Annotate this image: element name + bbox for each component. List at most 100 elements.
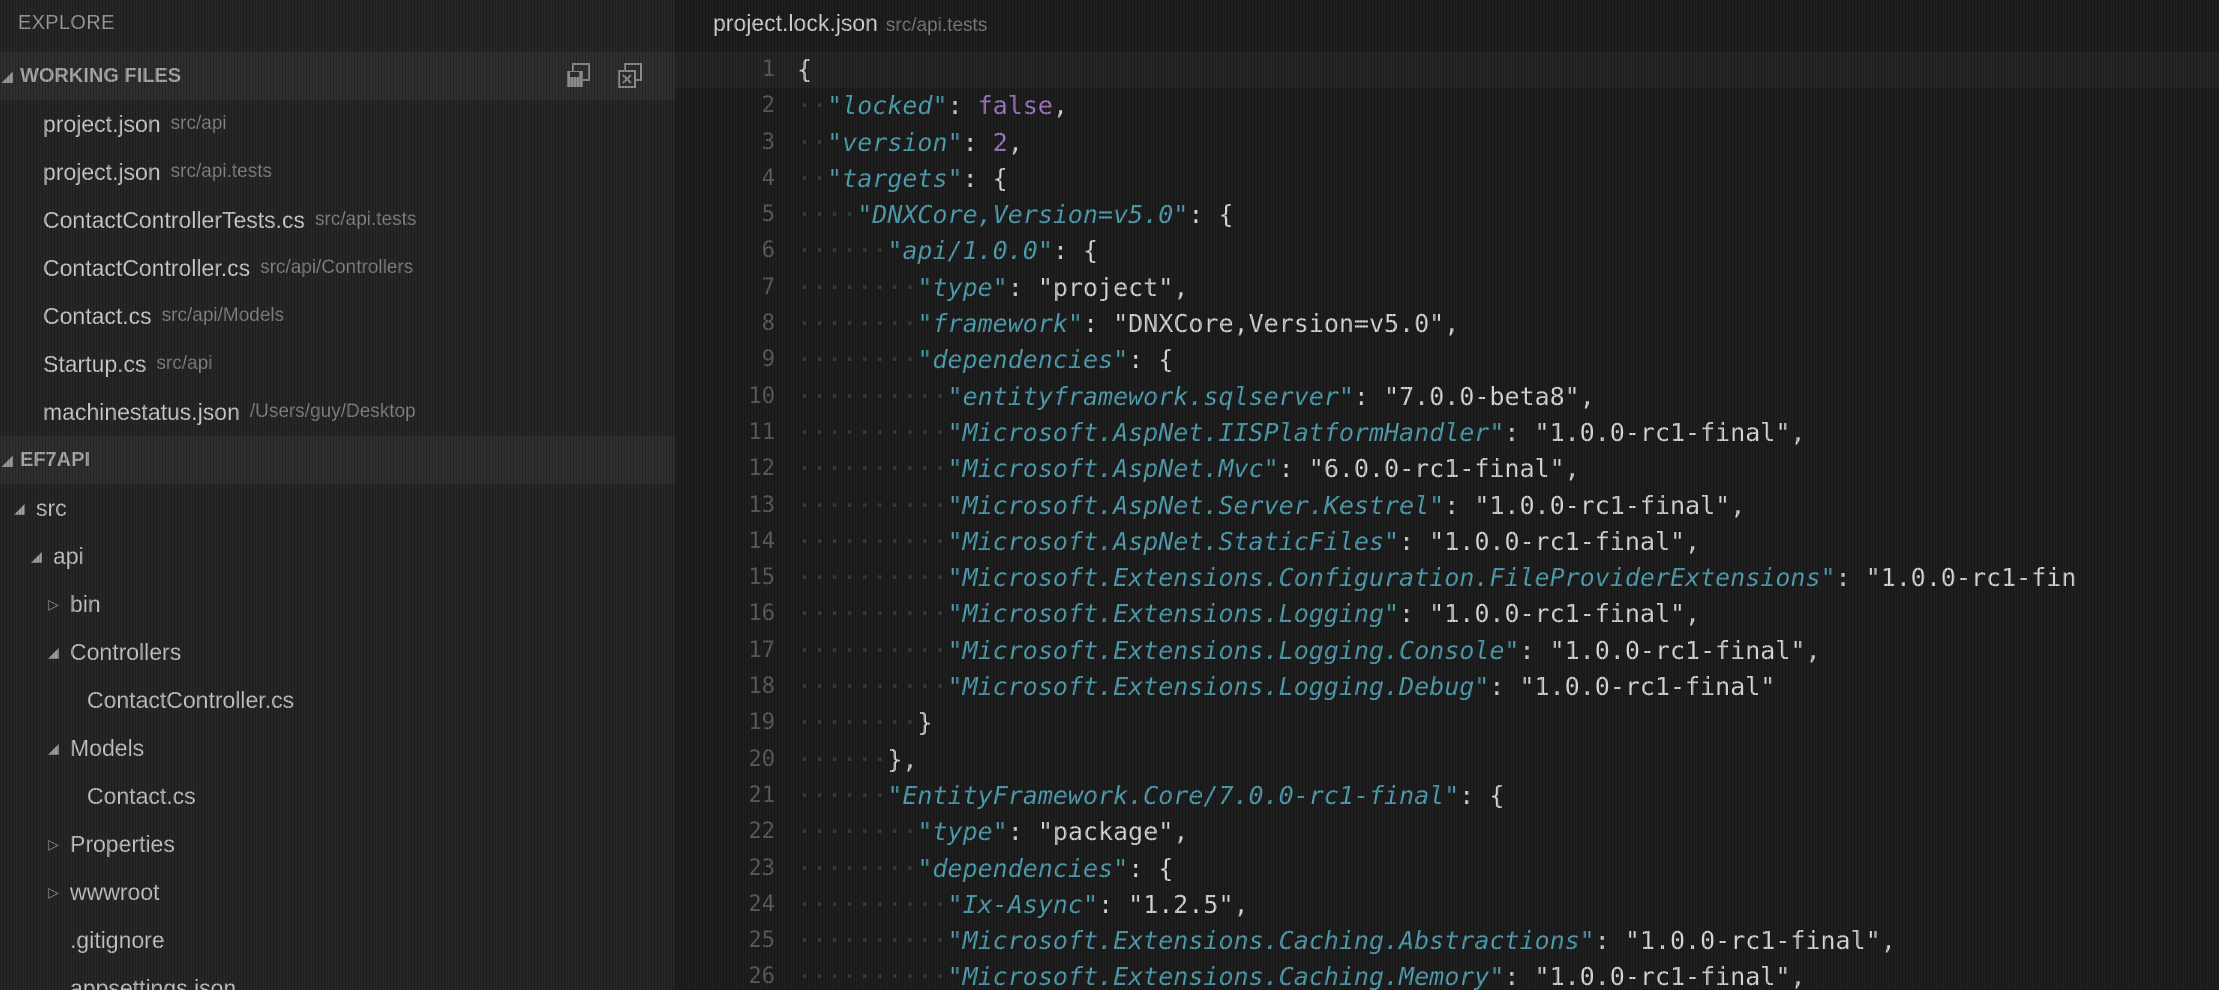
code-line[interactable]: 9 ········"dependencies": { (675, 342, 2219, 378)
tree-item-label: Contact.cs (87, 782, 196, 809)
code-text: ··········"Ix-Async": "1.2.5", (797, 887, 1249, 923)
tree-item[interactable]: ▷ Properties (0, 820, 675, 868)
code-line[interactable]: 14 ··········"Microsoft.AspNet.StaticFile… (675, 524, 2219, 560)
code-text: ······}, (797, 742, 917, 778)
code-line[interactable]: 4 ··"targets": { (675, 161, 2219, 197)
tree-item[interactable]: ◢ src (0, 484, 675, 532)
code-editor[interactable]: project.lock.json src/api.tests 1{2 ··"loc… (675, 0, 2219, 990)
code-line[interactable]: 13 ··········"Microsoft.AspNet.Server.Kes… (675, 488, 2219, 524)
json-punctuation: : { (962, 163, 1008, 193)
working-file-item[interactable]: Startup.cs src/api (0, 340, 675, 388)
code-area[interactable]: 1{2 ··"locked": false, 3 ··"version": 2, 4 ··… (675, 52, 2219, 990)
tree-item[interactable]: appsettings.json (0, 964, 675, 990)
editor-file-path: src/api.tests (885, 15, 988, 36)
working-file-item[interactable]: Contact.cs src/api/Models (0, 292, 675, 340)
line-number: 23 (748, 855, 776, 881)
save-all-button[interactable] (563, 62, 593, 90)
code-text: ··········"Microsoft.Extensions.Logging"… (797, 596, 1700, 632)
code-text: ········"type": "project", (797, 270, 1188, 306)
editor-file-name: project.lock.json (713, 10, 878, 36)
code-line[interactable]: 23 ········"dependencies": { (675, 851, 2219, 887)
tree-item[interactable]: ▷ bin (0, 580, 675, 628)
code-line[interactable]: 11 ··········"Microsoft.AspNet.IISPlatfor… (675, 415, 2219, 451)
tree-item-label: src (36, 494, 67, 521)
json-key: "Microsoft.Extensions.Logging" (947, 599, 1400, 629)
indent-guide: ·········· (797, 962, 948, 990)
tree-item[interactable]: ◢ api (0, 532, 675, 580)
json-string: "1.0.0-rc1-final" (1549, 635, 1806, 665)
json-string: "project" (1037, 272, 1174, 302)
code-text: ··········"Microsoft.Extensions.Configur… (797, 560, 2076, 596)
tree-item[interactable]: .gitignore (0, 916, 675, 964)
code-text: { (797, 52, 812, 88)
code-line[interactable]: 24 ··········"Ix-Async": "1.2.5", (675, 887, 2219, 923)
project-header[interactable]: ◢ EF7API (0, 436, 675, 484)
json-punctuation: , (1564, 454, 1580, 484)
json-key: "locked" (827, 91, 948, 121)
code-line[interactable]: 19 ········} (675, 705, 2219, 741)
json-string: "1.0.0-rc1-final" (1534, 962, 1791, 990)
code-text: ········"dependencies": { (797, 342, 1173, 378)
explorer-sidebar: EXPLORE ◢ WORKING FILES project.json src… (0, 0, 675, 990)
tree-item-label: wwwroot (70, 878, 160, 905)
code-line[interactable]: 1{ (675, 52, 2219, 89)
indent-guide: ·········· (797, 417, 948, 447)
tree-item[interactable]: ▷ wwwroot (0, 868, 675, 916)
working-file-item[interactable]: machinestatus.json/Users/guy/Desktop (0, 388, 675, 436)
code-line[interactable]: 3 ··"version": 2, (675, 125, 2219, 161)
tree-item[interactable]: ◢ Models (0, 724, 675, 772)
code-line[interactable]: 26 ··········"Microsoft.Extensions.Cachin… (675, 959, 2219, 990)
code-text: ········"dependencies": { (797, 851, 1173, 887)
tree-item[interactable]: Contact.cs (0, 772, 675, 820)
json-key: "version" (827, 127, 963, 157)
working-file-item[interactable]: ContactController.cs src/api/Controllers (0, 244, 675, 292)
code-line[interactable]: 17 ··········"Microsoft.Extensions.Loggin… (675, 633, 2219, 669)
line-number: 9 (761, 347, 775, 373)
json-string: "1.0.0-rc1-final" (1429, 599, 1686, 629)
json-key: "framework" (917, 309, 1083, 339)
tree-item-label: Controllers (70, 638, 182, 665)
working-file-item[interactable]: ContactControllerTests.cs src/api.tests (0, 196, 675, 244)
code-line[interactable]: 5 ····"DNXCore,Version=v5.0": { (675, 197, 2219, 233)
indent-guide: ········ (797, 817, 918, 847)
json-key: "entityframework.sqlserver" (947, 381, 1354, 411)
working-files-list: project.json src/api project.json src/api.… (0, 100, 675, 436)
code-line[interactable]: 18 ··········"Microsoft.Extensions.Loggin… (675, 669, 2219, 705)
code-line[interactable]: 7 ········"type": "project", (675, 270, 2219, 306)
file-tree: ◢ src ◢ api ▷ bin ◢ Controllers ContactControlle… (0, 484, 675, 990)
chevron-down-icon: ◢ (2, 451, 13, 468)
json-string: "1.0.0-rc1-final" (1534, 417, 1791, 447)
tree-item[interactable]: ◢ Controllers (0, 628, 675, 676)
code-text: ····"DNXCore,Version=v5.0": { (797, 197, 1234, 233)
working-files-header[interactable]: ◢ WORKING FILES (0, 52, 675, 100)
indent-guide: ·········· (797, 926, 948, 956)
indent-guide: ·· (797, 127, 828, 157)
code-line[interactable]: 6 ······"api/1.0.0": { (675, 233, 2219, 269)
close-all-button[interactable] (615, 62, 645, 90)
code-line[interactable]: 10 ··········"entityframework.sqlserver":… (675, 379, 2219, 415)
json-key: "Microsoft.AspNet.IISPlatformHandler" (947, 417, 1505, 447)
json-key: "EntityFramework.Core/7.0.0-rc1-final" (887, 780, 1460, 810)
working-file-item[interactable]: project.json src/api (0, 100, 675, 148)
tree-item[interactable]: ContactController.cs (0, 676, 675, 724)
line-number: 6 (761, 238, 775, 264)
code-line[interactable]: 15 ··········"Microsoft.Extensions.Config… (675, 560, 2219, 596)
indent-guide: ········ (797, 708, 918, 738)
code-line[interactable]: 21 ······"EntityFramework.Core/7.0.0-rc1-… (675, 778, 2219, 814)
code-line[interactable]: 2 ··"locked": false, (675, 88, 2219, 124)
json-punctuation: { (797, 55, 813, 84)
line-number: 1 (761, 57, 775, 82)
code-line[interactable]: 12 ··········"Microsoft.AspNet.Mvc": "6.0… (675, 451, 2219, 487)
indent-guide: ·········· (797, 381, 948, 411)
indent-guide: ·········· (797, 490, 948, 520)
code-line[interactable]: 22 ········"type": "package", (675, 814, 2219, 850)
line-number: 20 (748, 746, 776, 772)
code-line[interactable]: 25 ··········"Microsoft.Extensions.Cachin… (675, 923, 2219, 959)
working-file-item[interactable]: project.json src/api.tests (0, 148, 675, 196)
json-punctuation: , (1173, 272, 1189, 302)
code-line[interactable]: 16 ··········"Microsoft.Extensions.Loggin… (675, 596, 2219, 632)
line-number: 24 (748, 891, 776, 917)
code-line[interactable]: 20 ······}, (675, 742, 2219, 778)
line-number: 14 (748, 528, 776, 554)
code-line[interactable]: 8 ········"framework": "DNXCore,Version=v… (675, 306, 2219, 342)
